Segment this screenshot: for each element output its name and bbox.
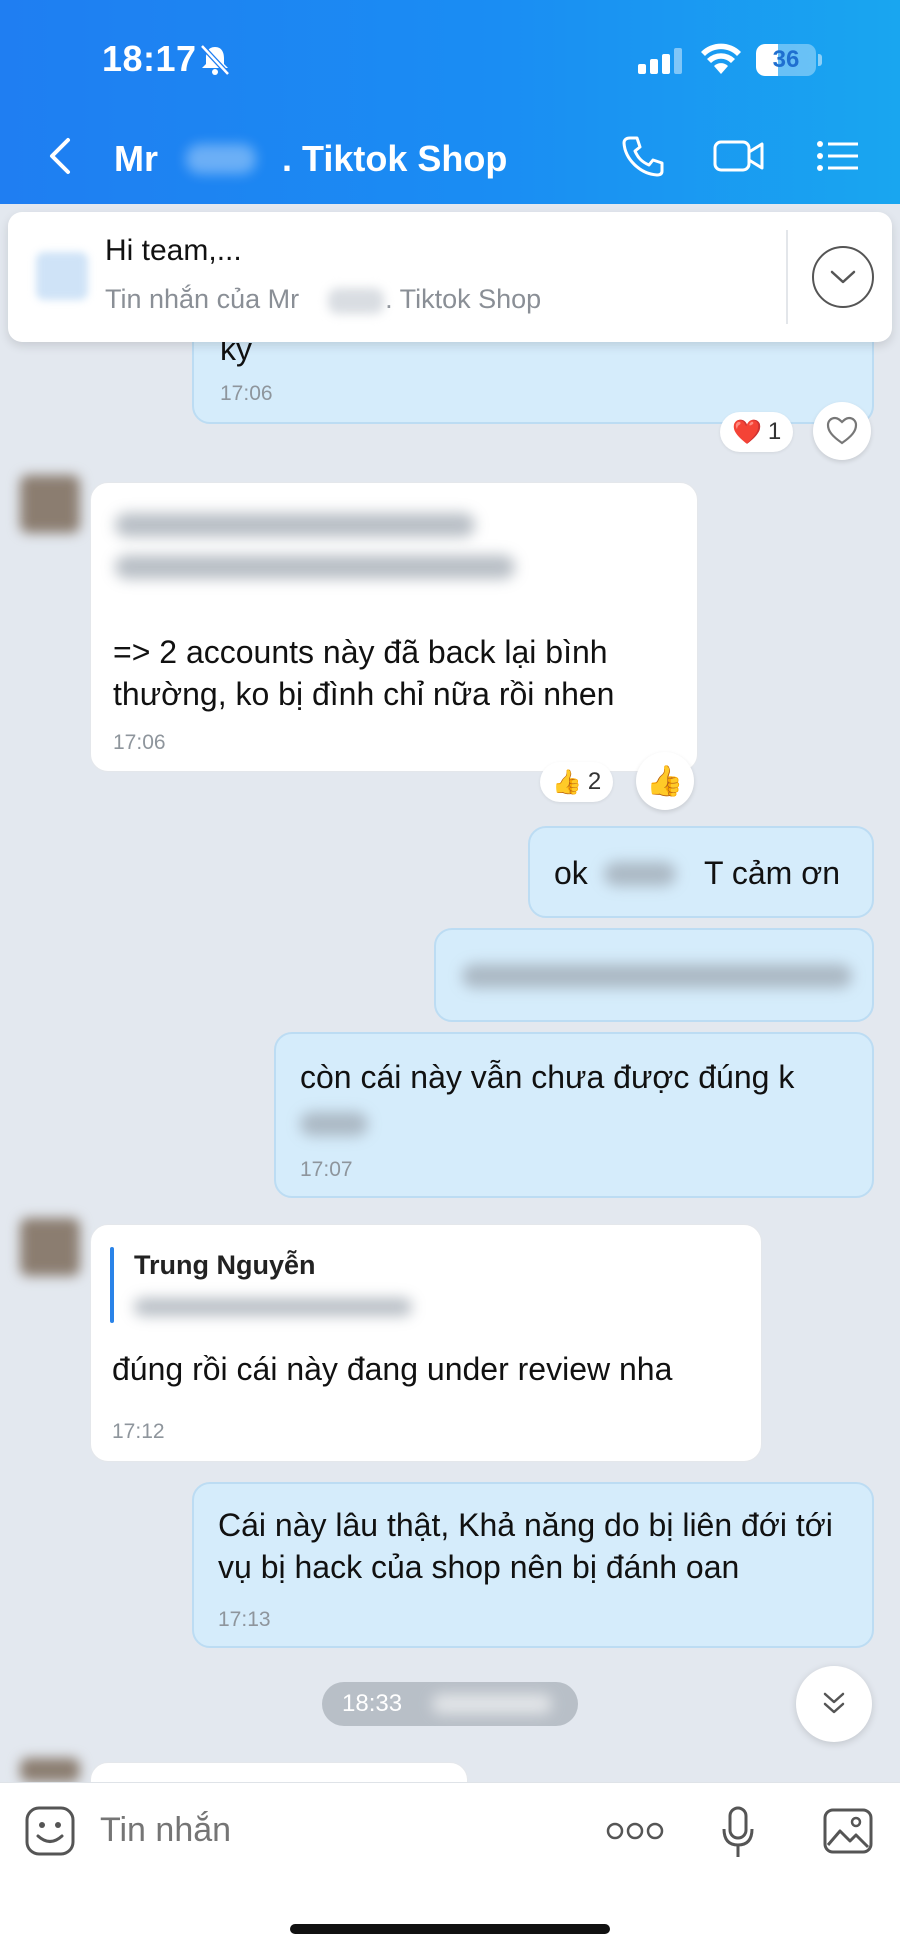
message-time: 17:13 xyxy=(218,1608,271,1631)
video-call-icon[interactable] xyxy=(712,134,766,178)
message-time: 17:07 xyxy=(300,1158,353,1181)
heart-outline-icon xyxy=(826,416,858,445)
message-text: T cảm ơn xyxy=(704,855,840,891)
reaction-count[interactable]: ❤️ 1 xyxy=(720,412,794,452)
message-bubble-mine[interactable]: ok T cảm ơn xyxy=(528,826,874,918)
react-button[interactable]: 👍 xyxy=(636,752,694,810)
message-text: Cái này lâu thật, Khả năng do bị liên đớ… xyxy=(218,1507,833,1585)
reaction-count-number: 2 xyxy=(587,768,602,795)
message-bubble-mine[interactable] xyxy=(434,928,874,1022)
battery-indicator: 36 xyxy=(756,44,822,76)
chat-header: 18:17 36 Mr. Tiktok Shop xyxy=(0,0,900,204)
avatar[interactable] xyxy=(20,1758,80,1782)
reaction-count[interactable]: 👍 2 xyxy=(540,762,614,802)
divider xyxy=(786,230,788,324)
blurred-name xyxy=(328,288,384,314)
status-time: 18:17 xyxy=(102,38,197,79)
message-text: còn cái này vẫn chưa được đúng k xyxy=(300,1059,795,1095)
image-icon[interactable] xyxy=(822,1807,874,1855)
microphone-icon[interactable] xyxy=(720,1805,756,1861)
blurred-content xyxy=(115,513,475,537)
scroll-to-bottom-button[interactable] xyxy=(796,1666,872,1742)
blurred-content xyxy=(115,555,515,579)
back-arrow-icon[interactable] xyxy=(44,136,76,176)
more-options-icon[interactable] xyxy=(606,1821,664,1841)
avatar[interactable] xyxy=(20,475,80,533)
reaction-count-number: 1 xyxy=(767,418,782,445)
sticker-icon[interactable] xyxy=(24,1805,76,1857)
message-time: 17:06 xyxy=(220,382,273,405)
wifi-icon xyxy=(701,43,741,74)
thumbs-up-icon: 👍 xyxy=(646,764,684,798)
heart-reaction-icon: ❤️ xyxy=(732,418,762,446)
pinned-subtitle: Tin nhắn của Mr. Tiktok Shop xyxy=(105,284,542,314)
double-chevron-down-icon xyxy=(823,1692,845,1714)
quote-bar xyxy=(110,1247,114,1323)
blurred-content xyxy=(462,964,852,988)
message-text: ok xyxy=(554,855,588,891)
quoted-author: Trung Nguyễn xyxy=(134,1250,316,1280)
pinned-thumbnail xyxy=(36,252,88,300)
chevron-down-icon xyxy=(830,270,856,284)
avatar[interactable] xyxy=(20,1218,80,1276)
blurred-content xyxy=(300,1112,368,1136)
expand-pinned-button[interactable] xyxy=(812,246,874,308)
home-indicator xyxy=(290,1924,610,1934)
bell-muted-icon xyxy=(200,44,230,76)
message-input[interactable] xyxy=(100,1811,580,1850)
message-bubble-mine[interactable]: còn cái này vẫn chưa được đúng k 17:07 xyxy=(274,1032,874,1198)
message-bubble-mine[interactable]: Cái này lâu thật, Khả năng do bị liên đớ… xyxy=(192,1482,874,1648)
blurred-content xyxy=(432,1694,552,1714)
list-menu-icon[interactable] xyxy=(814,134,862,178)
blurred-content xyxy=(604,862,676,886)
blurred-quote xyxy=(134,1298,412,1316)
message-time: 17:12 xyxy=(112,1420,165,1443)
message-text: đúng rồi cái này đang under review nha xyxy=(112,1351,673,1387)
pinned-message-bar[interactable]: Hi team,... Tin nhắn của Mr. Tiktok Shop xyxy=(8,212,892,342)
time-separator: 18:33 xyxy=(322,1682,578,1726)
pinned-text: Hi team,... xyxy=(105,234,242,267)
message-bubble-theirs[interactable]: => 2 accounts này đã back lại bình thườn… xyxy=(90,482,698,772)
thumbs-up-reaction-icon: 👍 xyxy=(552,768,582,796)
message-text: => 2 accounts này đã back lại bình thườn… xyxy=(113,634,615,712)
chat-title[interactable]: Mr. Tiktok Shop xyxy=(114,138,507,180)
message-time: 17:06 xyxy=(113,731,166,754)
blurred-name xyxy=(186,144,256,174)
phone-icon[interactable] xyxy=(620,134,668,178)
time-separator-text: 18:33 xyxy=(342,1690,403,1717)
signal-icon xyxy=(638,48,682,74)
battery-level: 36 xyxy=(772,46,800,73)
react-button[interactable] xyxy=(813,402,871,460)
